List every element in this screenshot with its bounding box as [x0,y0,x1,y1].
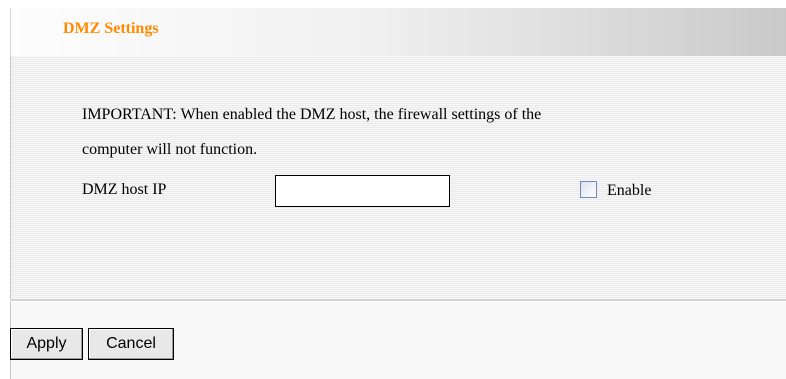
enable-label: Enable [607,182,652,199]
important-note-line-1: IMPORTANT: When enabled the DMZ host, th… [82,106,542,123]
cancel-button[interactable]: Cancel [88,328,174,360]
apply-button[interactable]: Apply [10,328,83,360]
page-title: DMZ Settings [63,20,159,37]
important-note-line-2: computer will not function. [82,141,258,158]
dmz-host-ip-label: DMZ host IP [82,181,167,198]
dmz-host-ip-input[interactable] [275,175,450,207]
enable-checkbox[interactable] [580,181,597,198]
